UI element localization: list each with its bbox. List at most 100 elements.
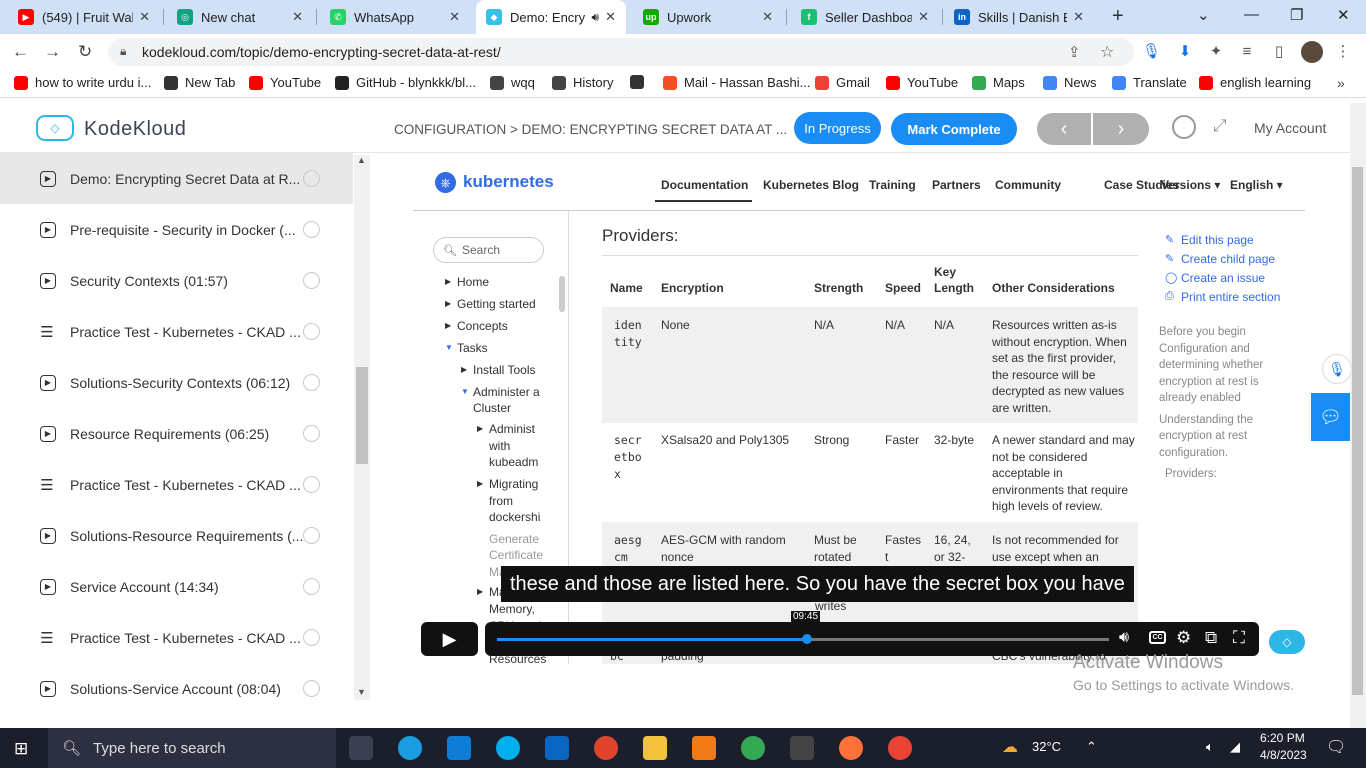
docs-tree-item[interactable]: Administer a — [473, 385, 540, 399]
docs-nav-item[interactable]: Kubernetes Blog — [763, 178, 859, 192]
minimize-button[interactable]: — — [1244, 6, 1259, 23]
bookmark-item[interactable]: YouTube — [249, 75, 321, 90]
docs-tree-item[interactable]: Memory, — [489, 602, 535, 616]
sidebar-lesson-item[interactable]: ▶ Demo: Encrypting Secret Data at R... — [0, 153, 353, 204]
video-player[interactable]: ⎈ kubernetes Documentation Kubernetes Blo… — [413, 158, 1315, 664]
new-tab-button[interactable]: + — [1112, 5, 1124, 28]
windows-start-icon[interactable]: ⊞ — [14, 739, 28, 759]
url-bar[interactable]: 🔒︎ kodekloud.com/topic/demo-encrypting-s… — [108, 38, 1134, 66]
toc-item[interactable]: Before you begin — [1159, 324, 1289, 341]
sidebar-lesson-item[interactable]: ☰ Practice Test - Kubernetes - CKAD ... — [0, 306, 353, 357]
edge-icon[interactable] — [398, 736, 422, 760]
docs-action-link[interactable]: Edit this page — [1181, 233, 1254, 247]
sidebar-lesson-item[interactable]: ▶ Resource Requirements (06:25) — [0, 408, 353, 459]
weather-temp[interactable]: 32°C — [1032, 739, 1061, 754]
forward-icon[interactable]: → — [44, 42, 61, 62]
tab-close-icon[interactable]: ✕ — [292, 9, 303, 25]
completion-circle-icon[interactable] — [303, 221, 320, 238]
tree-caret-icon[interactable]: ▶ — [445, 299, 451, 308]
video-progress-handle[interactable] — [802, 634, 812, 644]
sidebar-lesson-item[interactable]: ▶ Pre-requisite - Security in Docker (... — [0, 204, 353, 255]
bookmark-item[interactable]: GitHub - blynkkk/bl... — [335, 75, 476, 90]
app-icon-red[interactable] — [594, 736, 618, 760]
bookmark-item[interactable]: Translate — [1112, 75, 1187, 90]
tab-close-icon[interactable]: ✕ — [605, 9, 616, 25]
tray-overflow-icon[interactable]: ⌃ — [1086, 739, 1097, 755]
mic-extension-icon[interactable]: 🎙︎ — [1142, 43, 1161, 61]
completion-circle-icon[interactable] — [303, 476, 320, 493]
bookmark-item[interactable]: how to write urdu i... — [14, 75, 151, 90]
completion-circle-icon[interactable] — [303, 323, 320, 340]
file-explorer-icon[interactable] — [643, 736, 667, 760]
browser-tab[interactable]: in Skills | Danish Ba ✕ — [944, 0, 1094, 34]
browser-tab[interactable]: ◆ Demo: Encry 🔊︎ ✕ — [476, 0, 626, 34]
share-icon[interactable]: ⇪ — [1068, 43, 1081, 61]
docs-action-link[interactable]: Print entire section — [1181, 290, 1280, 304]
close-window-button[interactable]: ✕ — [1337, 6, 1350, 24]
bookmark-item[interactable]: History — [552, 75, 613, 90]
sidebar-lesson-item[interactable]: ▶ Solutions-Security Contexts (06:12) — [0, 357, 353, 408]
tree-caret-icon[interactable]: ▶ — [477, 424, 483, 433]
network-icon[interactable]: ◢ — [1230, 739, 1240, 755]
settings-gear-icon[interactable]: ⚙ — [1176, 628, 1191, 648]
weather-icon[interactable]: ☁ — [1002, 737, 1018, 757]
volume-tray-icon[interactable]: 🔈︎ — [1206, 739, 1214, 755]
page-scroll-thumb[interactable] — [1352, 167, 1363, 695]
tab-search-icon[interactable]: ⌄ — [1197, 6, 1210, 24]
download-extension-icon[interactable]: ⬇ — [1176, 43, 1194, 61]
completion-circle-icon[interactable] — [303, 170, 320, 187]
kodekloud-logo-icon[interactable]: ◇ — [36, 115, 74, 141]
toc-item[interactable]: Configuration and — [1159, 341, 1289, 358]
app-icon-dark[interactable] — [790, 736, 814, 760]
captions-icon[interactable]: CC — [1149, 631, 1166, 644]
tree-caret-icon[interactable]: ▶ — [477, 479, 483, 488]
chrome-icon[interactable] — [741, 736, 765, 760]
docs-nav-item[interactable]: Documentation — [661, 178, 748, 192]
docs-tree-item[interactable]: from — [489, 494, 513, 508]
bookmark-star-icon[interactable]: ☆ — [1100, 42, 1114, 62]
task-view-icon[interactable] — [349, 736, 373, 760]
toc-item[interactable]: encryption at rest — [1159, 428, 1289, 445]
toc-item[interactable]: configuration. — [1159, 445, 1289, 462]
docs-nav-item[interactable]: Versions ▾ — [1161, 178, 1220, 192]
docs-tree-item[interactable]: Generate — [489, 532, 539, 546]
chrome-active-icon[interactable] — [888, 736, 912, 760]
bookmark-item[interactable]: Maps — [972, 75, 1025, 90]
docs-tree-item[interactable]: Administ — [489, 422, 535, 436]
scroll-down-arrow-icon[interactable]: ▼ — [357, 687, 366, 697]
sidebar-lesson-item[interactable]: ☰ Practice Test - Kubernetes - CKAD ... — [0, 459, 353, 510]
bookmark-item[interactable]: english learning — [1199, 75, 1311, 90]
profile-avatar[interactable] — [1301, 41, 1323, 63]
mail-icon[interactable] — [545, 736, 569, 760]
extensions-icon[interactable]: ✦ — [1207, 43, 1225, 61]
sidebar-lesson-item[interactable]: ☰ Practice Test - Kubernetes - CKAD ... — [0, 612, 353, 663]
docs-tree-item[interactable]: Install Tools — [473, 363, 535, 377]
browser-tab[interactable]: ◎ New chat ✕ — [167, 0, 313, 34]
completion-circle-icon[interactable] — [303, 680, 320, 697]
taskbar-search-box[interactable]: 🔍︎ Type here to search — [48, 728, 336, 768]
voice-assist-icon[interactable]: 🎙︎ — [1322, 354, 1352, 384]
completion-circle-icon[interactable] — [303, 374, 320, 391]
docs-search-input[interactable]: 🔍︎ Search — [433, 237, 544, 263]
sidebar-scroll-thumb[interactable] — [356, 367, 368, 464]
docs-nav-item[interactable]: Community — [995, 178, 1061, 192]
tab-close-icon[interactable]: ✕ — [449, 9, 460, 25]
tree-caret-icon[interactable]: ▶ — [445, 321, 451, 330]
previous-lesson-button[interactable]: ‹ — [1037, 113, 1091, 145]
docs-tree-item[interactable]: dockershi — [489, 510, 540, 524]
browser-tab[interactable]: ✆ WhatsApp ✕ — [320, 0, 470, 34]
back-icon[interactable]: ← — [12, 42, 29, 62]
kodekloud-logo-text[interactable]: KodeKloud — [84, 118, 186, 141]
toc-item[interactable]: encryption at rest is — [1159, 374, 1289, 391]
tab-audio-icon[interactable]: 🔊︎ — [592, 10, 600, 25]
tree-caret-icon[interactable]: ▶ — [445, 277, 451, 286]
sidebar-scrollbar[interactable]: ▲ ▼ — [354, 155, 370, 700]
next-lesson-button[interactable]: › — [1093, 113, 1149, 145]
docs-tree-item[interactable]: Home — [457, 275, 489, 289]
reload-icon[interactable]: ↻ — [78, 42, 92, 62]
bookmark-item[interactable]: News — [1043, 75, 1097, 90]
docs-nav-scrollbar[interactable] — [559, 276, 565, 312]
completion-circle-icon[interactable] — [303, 272, 320, 289]
docs-action-link[interactable]: Create child page — [1181, 252, 1275, 266]
completion-circle-icon[interactable] — [303, 629, 320, 646]
